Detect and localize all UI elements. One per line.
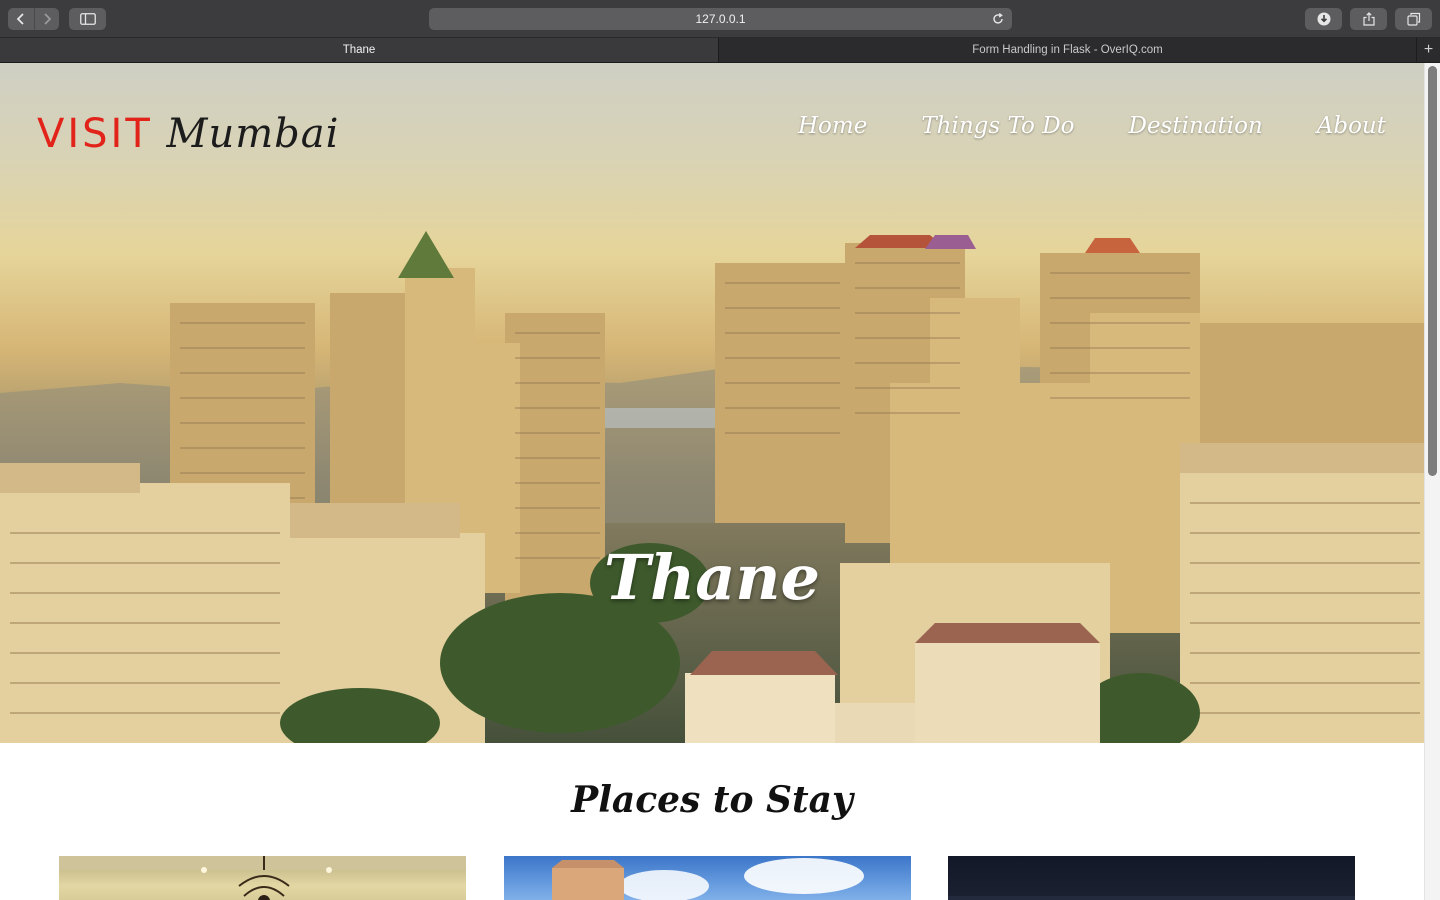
download-icon: [1317, 12, 1330, 26]
address-bar[interactable]: 127.0.0.1: [429, 8, 1012, 30]
city-skyline-image: [0, 231, 1424, 743]
tab-label: Form Handling in Flask - OverIQ.com: [972, 44, 1163, 56]
nav-about-link[interactable]: About: [1317, 113, 1386, 139]
reload-icon: [993, 13, 1003, 24]
sidebar-toggle-button[interactable]: [69, 8, 106, 30]
new-tab-button[interactable]: +: [1416, 38, 1440, 62]
back-icon: [16, 13, 24, 25]
logo-visit-text: VISIT: [37, 111, 153, 157]
share-icon: [1362, 12, 1375, 26]
site-logo[interactable]: VISIT Mumbai: [37, 111, 339, 157]
nav-home-link[interactable]: Home: [798, 113, 867, 139]
page-scrollbar[interactable]: [1424, 63, 1440, 900]
reload-button[interactable]: [990, 11, 1006, 27]
browser-toolbar: 127.0.0.1: [0, 0, 1440, 38]
hotel-card-image[interactable]: [59, 856, 466, 900]
forward-icon: [43, 13, 51, 25]
logo-city-text: Mumbai: [166, 111, 340, 157]
back-button[interactable]: [9, 8, 34, 30]
night-building-image: [948, 896, 1355, 900]
nav-things-to-do-link[interactable]: Things To Do: [921, 113, 1074, 139]
new-tab-icon: +: [1423, 41, 1434, 58]
tab-thane[interactable]: Thane: [0, 38, 719, 62]
history-nav-group: [8, 8, 59, 30]
tab-label: Thane: [342, 44, 376, 56]
section-title: Places to Stay: [571, 779, 853, 821]
nav-destination-link[interactable]: Destination: [1129, 113, 1263, 139]
tabs-overview-icon: [1406, 12, 1420, 26]
downloads-button[interactable]: [1305, 8, 1342, 30]
hero-title: Thane: [604, 541, 820, 614]
page-viewport: VISIT Mumbai Home Things To Do Destinati…: [0, 63, 1440, 900]
chandelier-image: [59, 856, 466, 900]
sky-building-image: [552, 858, 864, 900]
tab-form-handling[interactable]: Form Handling in Flask - OverIQ.com: [720, 38, 1415, 62]
main-nav: Home Things To Do Destination About: [798, 113, 1386, 139]
hotel-card-image[interactable]: [504, 856, 911, 900]
address-text: 127.0.0.1: [695, 12, 746, 26]
sidebar-icon: [79, 13, 96, 25]
scrollbar-thumb[interactable]: [1428, 66, 1437, 476]
forward-button[interactable]: [33, 8, 59, 30]
hotel-card-image[interactable]: [948, 856, 1355, 900]
tab-overview-button[interactable]: [1395, 8, 1432, 30]
share-button[interactable]: [1350, 8, 1387, 30]
tab-bar: Thane Form Handling in Flask - OverIQ.co…: [0, 38, 1440, 63]
hero-section: VISIT Mumbai Home Things To Do Destinati…: [0, 63, 1424, 743]
